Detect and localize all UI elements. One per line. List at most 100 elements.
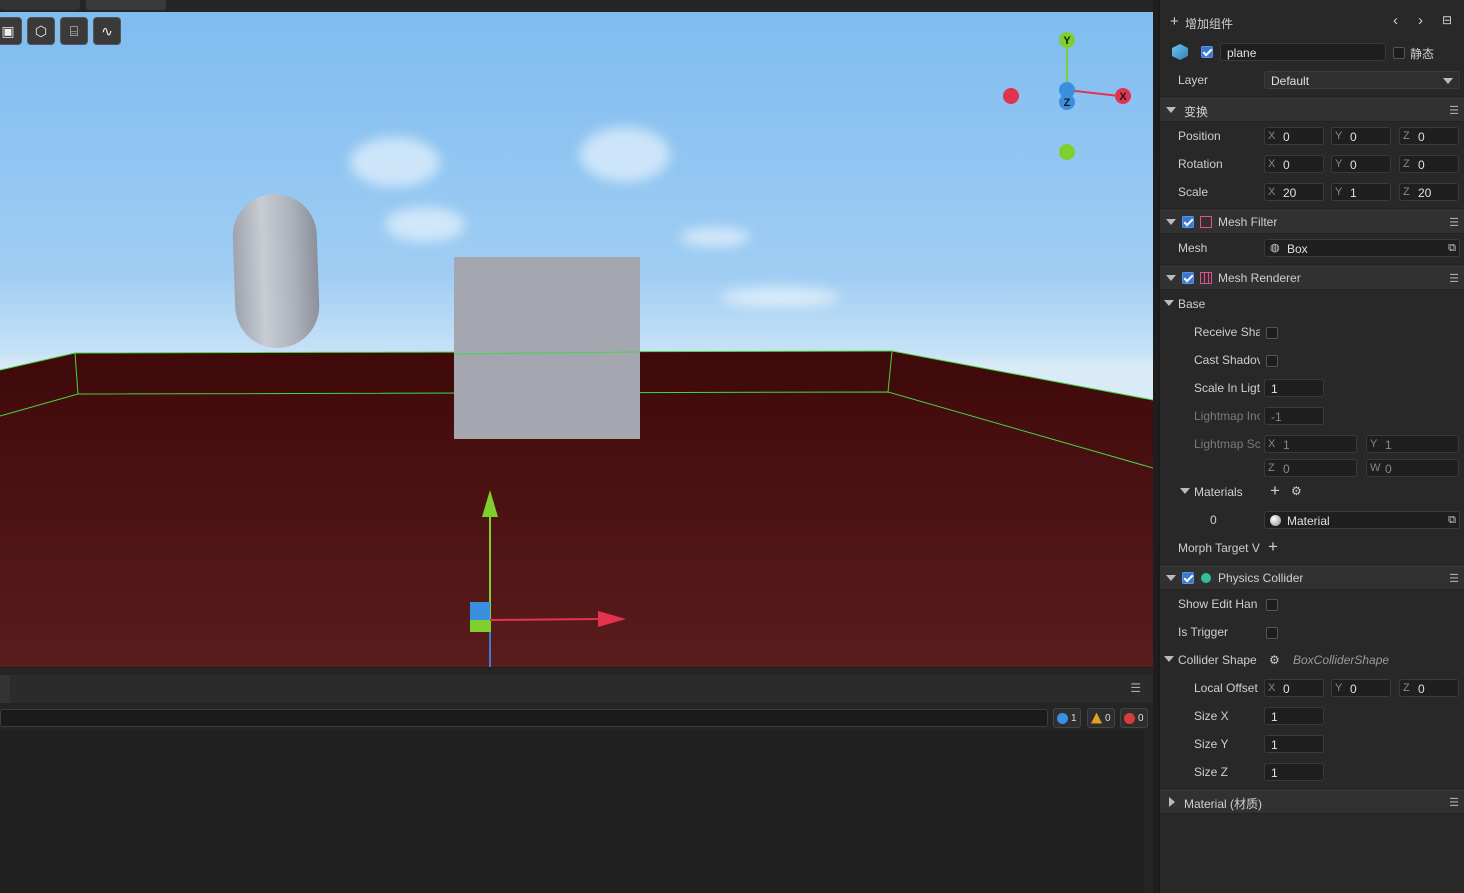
svg-text:Y: Y — [1063, 35, 1071, 47]
layer-row: Layer Default — [1160, 66, 1464, 94]
mesh-filter-section-header[interactable]: Mesh Filter ☰ — [1160, 210, 1464, 234]
lightmap-scale-w-input: W0 — [1366, 459, 1459, 477]
local-offset-z-input[interactable]: Z0 — [1399, 679, 1459, 697]
console-menu-icon[interactable]: ☰ — [1130, 681, 1141, 695]
stats-icon[interactable]: ∿ — [93, 17, 121, 45]
add-component-button[interactable]: 增加组件 — [1185, 15, 1233, 32]
mesh-renderer-icon — [1200, 272, 1212, 284]
collapse-icon — [1166, 107, 1176, 113]
receive-shadow-row: Receive Sha — [1160, 318, 1464, 346]
rotation-z-input[interactable]: Z0 — [1399, 155, 1459, 173]
physics-collider-enabled-checkbox[interactable] — [1182, 572, 1194, 584]
size-x-input[interactable]: 1 — [1264, 707, 1324, 725]
local-offset-y-input[interactable]: Y0 — [1331, 679, 1391, 697]
local-offset-row: Local Offset X0 Y0 Z0 — [1160, 674, 1464, 702]
position-x-input[interactable]: X0 — [1264, 127, 1324, 145]
error-icon — [1124, 712, 1135, 724]
show-edit-handle-checkbox[interactable] — [1266, 599, 1278, 611]
lightmap-index-row: Lightmap Inc -1 — [1160, 402, 1464, 430]
neg-x-handle[interactable] — [1003, 88, 1019, 104]
base-group-header[interactable]: Base — [1160, 290, 1464, 318]
collider-shape-row[interactable]: Collider Shape ⚙ BoxColliderShape — [1160, 646, 1464, 674]
locate-asset-icon[interactable]: ⧉ — [1448, 514, 1456, 527]
material-0-row: 0 Material ⧉ — [1160, 506, 1464, 534]
collapse-icon — [1166, 275, 1176, 281]
lightmap-scale-z-input: Z0 — [1264, 459, 1357, 477]
lightmap-scale-x-input: X1 — [1264, 435, 1357, 453]
cast-shadow-checkbox[interactable] — [1266, 355, 1278, 367]
scene-tab[interactable] — [0, 0, 80, 10]
rotation-x-input[interactable]: X0 — [1264, 155, 1324, 173]
node-cube-icon — [1172, 44, 1188, 60]
neg-y-handle[interactable] — [1059, 144, 1075, 160]
morph-target-row: Morph Target V + — [1178, 537, 1278, 557]
collapse-icon — [1164, 656, 1174, 662]
local-offset-x-input[interactable]: X0 — [1264, 679, 1324, 697]
back-icon[interactable]: ‹ — [1393, 12, 1398, 29]
mesh-renderer-enabled-checkbox[interactable] — [1182, 272, 1194, 284]
console-filter-input[interactable] — [0, 709, 1048, 727]
scene-viewport[interactable]: Y X Z ▣ ⬡ ⌸ ∿ — [0, 12, 1153, 667]
error-count-badge[interactable]: 0 — [1120, 708, 1148, 728]
capsule-object[interactable] — [231, 192, 321, 350]
physics-collider-section-header[interactable]: Physics Collider ☰ — [1160, 566, 1464, 590]
add-icon[interactable]: + — [1170, 13, 1179, 30]
rotation-y-input[interactable]: Y0 — [1331, 155, 1391, 173]
move-gizmo[interactable] — [460, 482, 640, 667]
cube-icon[interactable]: ⬡ — [27, 17, 55, 45]
transform-section-header[interactable]: 变换 ☰ — [1160, 98, 1464, 122]
layer-select[interactable]: Default — [1264, 71, 1460, 89]
size-z-input[interactable]: 1 — [1264, 763, 1324, 781]
static-checkbox[interactable] — [1393, 47, 1405, 59]
add-morph-icon[interactable]: + — [1268, 537, 1278, 557]
info-count-badge[interactable]: 1 — [1053, 708, 1081, 728]
position-y-input[interactable]: Y0 — [1331, 127, 1391, 145]
node-active-checkbox[interactable] — [1201, 46, 1213, 58]
cast-shadow-row: Cast Shadov — [1160, 346, 1464, 374]
section-menu-icon[interactable]: ☰ — [1449, 796, 1459, 809]
camera-icon[interactable]: ⌸ — [60, 17, 88, 45]
lightmap-scale-y-input: Y1 — [1366, 435, 1459, 453]
settings-icon[interactable]: ⚙ — [1291, 484, 1302, 498]
mesh-renderer-section-header[interactable]: Mesh Renderer ☰ — [1160, 266, 1464, 290]
scale-z-input[interactable]: Z 20 — [1399, 183, 1459, 201]
chevron-down-icon — [1443, 78, 1453, 84]
orientation-gizmo[interactable]: Y X Z — [995, 30, 1145, 180]
mesh-asset-icon: ◍ — [1270, 242, 1280, 254]
scale-in-lightmap-input[interactable]: 1 — [1264, 379, 1324, 397]
game-tab[interactable] — [86, 0, 166, 10]
section-menu-icon[interactable]: ☰ — [1449, 104, 1459, 117]
expand-icon — [1169, 797, 1175, 807]
position-z-input[interactable]: Z0 — [1399, 127, 1459, 145]
receive-shadow-checkbox[interactable] — [1266, 327, 1278, 339]
material-section-header[interactable]: Material (材质) ☰ — [1160, 790, 1464, 814]
warn-count-badge[interactable]: 0 — [1087, 708, 1115, 728]
rotation-row: Rotation X0 Y0 Z0 — [1160, 150, 1464, 178]
scale-x-input[interactable]: X 20 — [1264, 183, 1324, 201]
scale-y-input[interactable]: Y1 — [1331, 183, 1391, 201]
add-material-icon[interactable]: + — [1270, 481, 1280, 501]
inspector-panel: + 增加组件 ‹ › ⊟ plane 静态 Layer Default 变换 ☰… — [1158, 0, 1464, 893]
mesh-row: Mesh ◍ Box ⧉ — [1160, 234, 1464, 262]
editor-tab-strip — [0, 0, 1153, 12]
mesh-asset-field[interactable]: ◍ Box ⧉ — [1264, 239, 1460, 257]
info-icon — [1057, 712, 1068, 724]
node-name-input[interactable]: plane — [1220, 43, 1386, 61]
section-menu-icon[interactable]: ☰ — [1449, 572, 1459, 585]
mesh-filter-enabled-checkbox[interactable] — [1182, 216, 1194, 228]
section-menu-icon[interactable]: ☰ — [1449, 272, 1459, 285]
forward-icon[interactable]: › — [1418, 12, 1423, 29]
materials-group-header[interactable]: Materials + ⚙ — [1160, 478, 1464, 506]
is-trigger-checkbox[interactable] — [1266, 627, 1278, 639]
shape-settings-icon[interactable]: ⚙ — [1269, 653, 1280, 667]
collapse-icon — [1180, 488, 1190, 494]
lock-icon[interactable]: ⊟ — [1442, 13, 1452, 27]
console-log-area[interactable] — [0, 730, 1144, 893]
size-y-input[interactable]: 1 — [1264, 735, 1324, 753]
material-asset-field[interactable]: Material ⧉ — [1264, 511, 1460, 529]
frame-icon[interactable]: ▣ — [0, 17, 22, 45]
locate-asset-icon[interactable]: ⧉ — [1448, 242, 1456, 255]
svg-text:Z: Z — [1064, 97, 1071, 109]
console-panel: ☰ 1 0 0 — [0, 668, 1153, 893]
section-menu-icon[interactable]: ☰ — [1449, 216, 1459, 229]
